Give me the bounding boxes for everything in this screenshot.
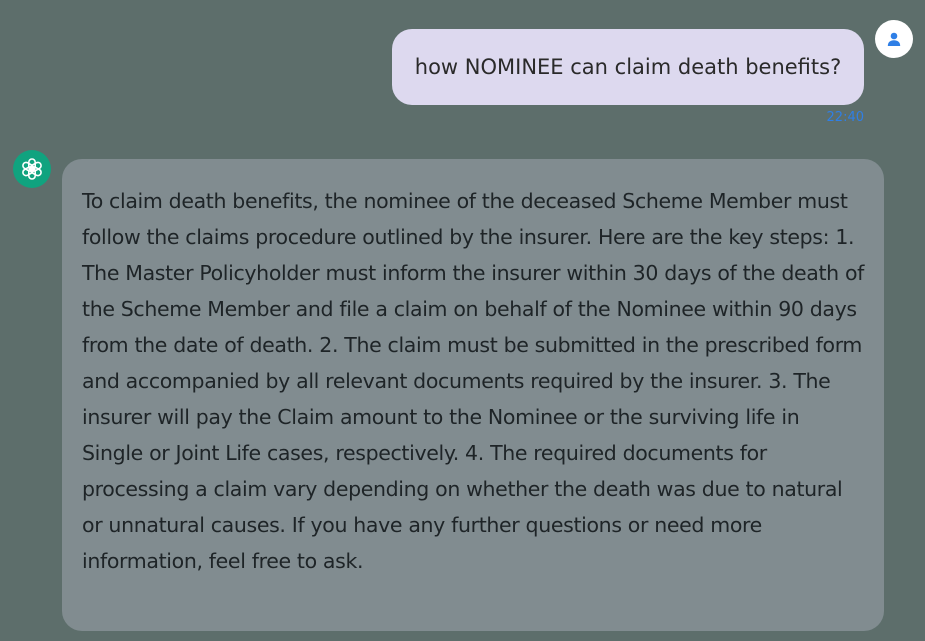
- user-message-text: how NOMINEE can claim death benefits?: [414, 55, 842, 79]
- openai-logo-icon: [22, 158, 42, 180]
- user-icon: [887, 32, 901, 46]
- bot-avatar: [13, 150, 51, 188]
- bot-message-bubble: To claim death benefits, the nominee of …: [62, 159, 884, 631]
- bot-message-text: To claim death benefits, the nominee of …: [82, 189, 865, 573]
- user-avatar: [875, 20, 913, 58]
- user-message-bubble: how NOMINEE can claim death benefits?: [392, 29, 864, 105]
- user-message-timestamp: 22:40: [826, 110, 864, 125]
